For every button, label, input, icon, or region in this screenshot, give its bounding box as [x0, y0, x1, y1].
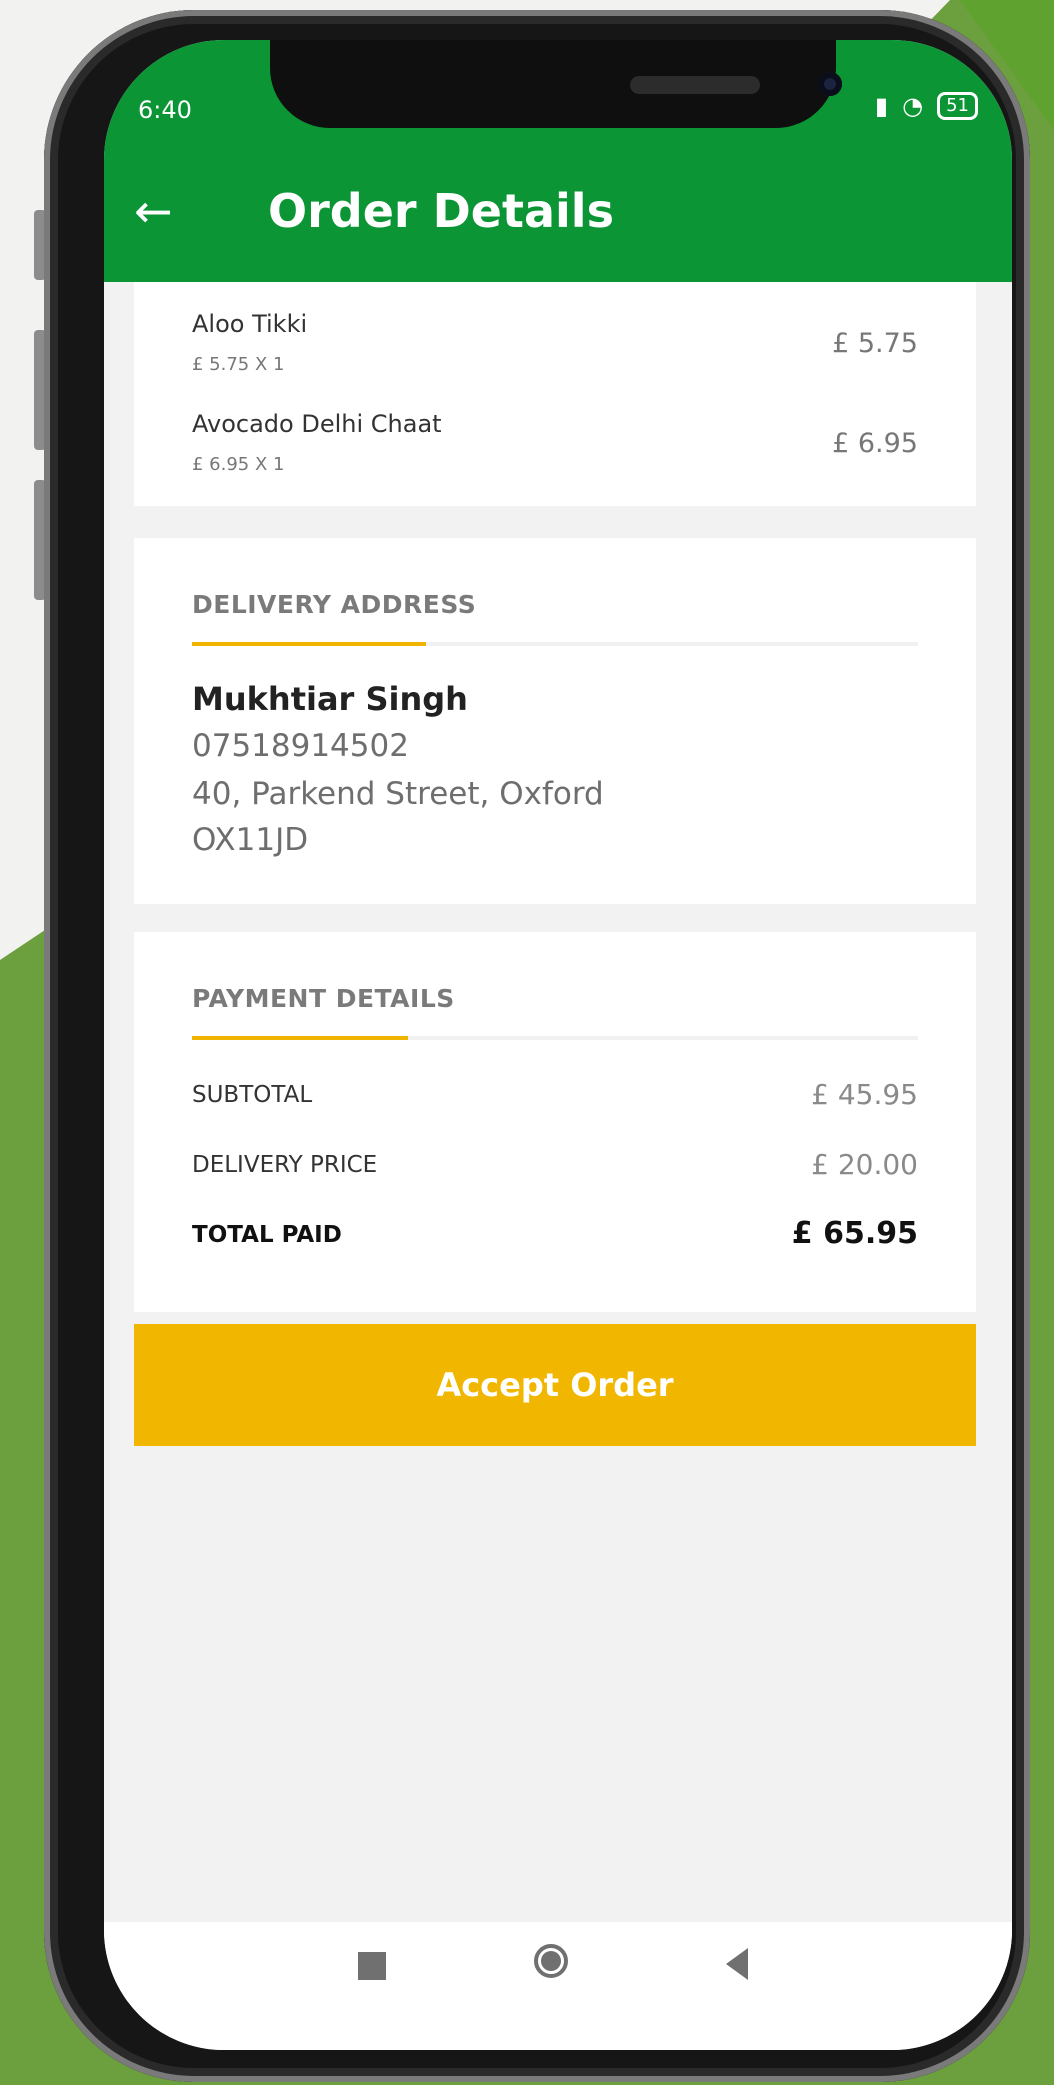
front-camera: [818, 72, 842, 96]
order-items-card: Aloo Tikki £ 5.75 X 1 £ 5.75 Avocado Del…: [134, 282, 976, 506]
wifi-icon: ◔: [902, 92, 924, 120]
subtotal-value: £ 45.95: [811, 1078, 918, 1111]
home-dot: [541, 1951, 561, 1971]
section-title: PAYMENT DETAILS: [192, 984, 455, 1013]
delivery-address-card: DELIVERY ADDRESS Mukhtiar Singh 07518914…: [134, 538, 976, 904]
phone-screen: 6:40 ▮ ◔ 51 ← Order Details Aloo Tikki £…: [104, 40, 1012, 2050]
recipient-phone: 07518914502: [192, 728, 409, 764]
section-divider: [192, 1036, 918, 1040]
order-content: Aloo Tikki £ 5.75 X 1 £ 5.75 Avocado Del…: [104, 282, 1012, 1922]
triangle-left-icon[interactable]: [726, 1948, 748, 1980]
speaker-grille: [630, 76, 760, 94]
item-name: Avocado Delhi Chaat: [192, 410, 442, 438]
circle-icon[interactable]: [534, 1944, 568, 1978]
section-divider-accent: [192, 642, 426, 646]
square-icon[interactable]: [358, 1952, 386, 1980]
item-name: Aloo Tikki: [192, 310, 308, 338]
address-street: 40, Parkend Street, Oxford: [192, 776, 604, 812]
item-price: £ 5.75: [832, 328, 918, 359]
subtotal-label: SUBTOTAL: [192, 1082, 313, 1108]
accept-order-button[interactable]: Accept Order: [134, 1324, 976, 1446]
total-paid-value: £ 65.95: [791, 1216, 918, 1251]
system-navigation-bar: [104, 1922, 1012, 2050]
section-divider: [192, 642, 918, 646]
item-quantity: £ 5.75 X 1: [192, 354, 285, 375]
app-bar: 6:40 ▮ ◔ 51 ← Order Details: [104, 40, 1012, 282]
section-divider-accent: [192, 1036, 408, 1040]
delivery-price-label: DELIVERY PRICE: [192, 1152, 378, 1178]
section-title: DELIVERY ADDRESS: [192, 590, 477, 619]
delivery-price-value: £ 20.00: [811, 1148, 918, 1181]
address-postcode: OX11JD: [192, 822, 309, 858]
payment-details-card: PAYMENT DETAILS SUBTOTAL £ 45.95 DELIVER…: [134, 932, 976, 1312]
page-title: Order Details: [268, 184, 614, 238]
status-icons: ▮ ◔ 51: [875, 92, 978, 120]
total-paid-label: TOTAL PAID: [192, 1222, 342, 1248]
signal-icon: ▮: [874, 92, 889, 120]
arrow-left-icon[interactable]: ←: [134, 188, 173, 234]
battery-icon: 51: [937, 92, 978, 120]
status-time: 6:40: [138, 96, 192, 124]
camera-notch: [270, 40, 842, 128]
item-price: £ 6.95: [832, 428, 918, 459]
recipient-name: Mukhtiar Singh: [192, 680, 468, 718]
item-quantity: £ 6.95 X 1: [192, 454, 285, 475]
